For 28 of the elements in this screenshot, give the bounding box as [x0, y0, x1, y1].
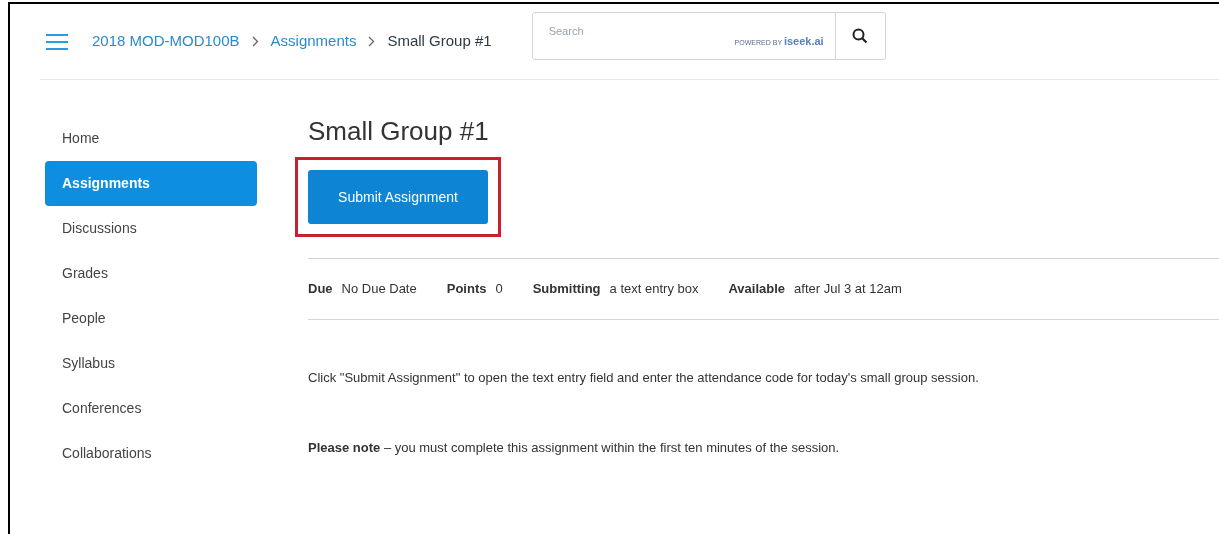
- menu-icon[interactable]: [46, 33, 68, 50]
- breadcrumb-link[interactable]: 2018 MOD-MOD100B: [92, 30, 240, 53]
- page-title: Small Group #1: [308, 115, 490, 148]
- detail-label: Available: [728, 280, 786, 299]
- sidebar-item[interactable]: Home: [45, 116, 257, 161]
- sidebar-item[interactable]: Discussions: [45, 206, 257, 251]
- sidebar-item[interactable]: Collaborations: [45, 431, 257, 476]
- breadcrumb-current: Small Group #1: [387, 31, 492, 52]
- sidebar-item[interactable]: Syllabus: [45, 341, 257, 386]
- detail-label: Due: [308, 280, 333, 299]
- breadcrumb-link[interactable]: Assignments: [270, 30, 357, 53]
- detail-label: Points: [446, 280, 487, 299]
- detail-label: Submitting: [532, 280, 601, 299]
- search-icon: [852, 27, 869, 44]
- assignment-text: Click "Submit Assignment" to open the text entry field and enter the attendance code for today's small group session.: [308, 369, 980, 387]
- search-button[interactable]: [835, 11, 886, 60]
- submit-assignment-button[interactable]: Submit Assignment: [308, 170, 488, 224]
- detail-value: a text entry box: [609, 280, 699, 299]
- detail-value: No Due Date: [341, 280, 417, 299]
- sidebar-item[interactable]: Assignments: [45, 161, 257, 206]
- detail-value: after Jul 3 at 12am: [794, 280, 902, 299]
- chevron-icon: [368, 36, 376, 47]
- chevron-icon: [251, 36, 259, 47]
- sidebar-item[interactable]: Grades: [45, 251, 257, 296]
- sidebar-item[interactable]: Conferences: [45, 386, 257, 431]
- detail-value: 0: [495, 280, 503, 299]
- assignment-text: Please note – you must complete this assignment within the first ten minutes of the session.: [308, 439, 841, 457]
- sidebar-item[interactable]: People: [45, 296, 257, 341]
